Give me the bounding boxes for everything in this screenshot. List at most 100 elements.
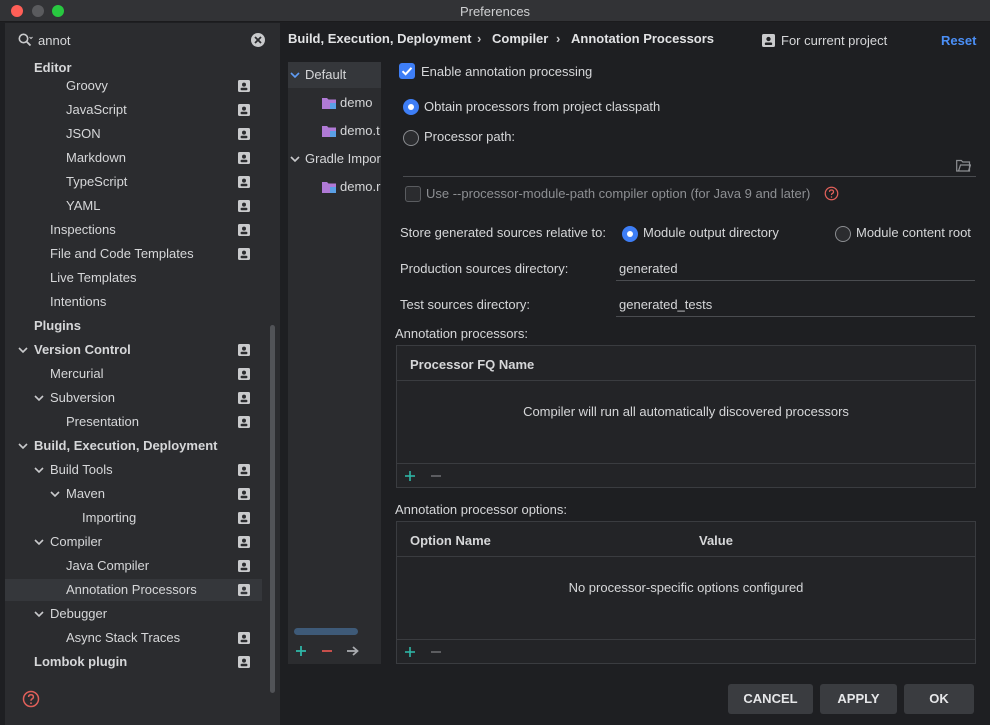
tree-item-version-control[interactable]: Version Control [5, 339, 262, 361]
clear-search-icon[interactable] [250, 32, 266, 48]
profile-item-gradle-imported[interactable]: Gradle Impor [288, 146, 381, 172]
project-level-icon [238, 632, 250, 644]
module-content-radio[interactable] [835, 226, 851, 242]
chevron-down-icon[interactable] [50, 490, 60, 498]
tree-item-yaml[interactable]: YAML [5, 195, 262, 217]
remove-icon[interactable] [430, 470, 442, 482]
remove-icon[interactable] [320, 644, 334, 658]
chevron-down-icon[interactable] [34, 394, 44, 402]
search-input[interactable] [38, 31, 248, 49]
tree-item-groovy[interactable]: Groovy [5, 75, 262, 97]
column-header-option-name[interactable]: Option Name [410, 533, 491, 548]
project-level-icon [238, 344, 250, 356]
tree-item-java-compiler[interactable]: Java Compiler [5, 555, 262, 577]
tree-item-annotation-processors[interactable]: Annotation Processors [5, 579, 262, 601]
tree-item-inspections[interactable]: Inspections [5, 219, 262, 241]
tree-item-label: Version Control [34, 342, 131, 357]
project-level-icon [238, 200, 250, 212]
tree-item-build-tools[interactable]: Build Tools [5, 459, 262, 481]
module-path-checkbox[interactable] [405, 186, 421, 202]
processor-path-label: Processor path: [424, 129, 516, 144]
tree-item-debugger[interactable]: Debugger [5, 603, 262, 625]
tree-item-json[interactable]: JSON [5, 123, 262, 145]
chevron-down-icon[interactable] [18, 442, 28, 450]
reset-link[interactable]: Reset [941, 33, 976, 48]
test-dir-input[interactable]: generated_tests [619, 297, 712, 312]
profile-item-demo-t[interactable]: demo.t [288, 118, 381, 144]
project-level-icon [238, 128, 250, 140]
processors-table-header: Processor FQ Name [397, 346, 975, 381]
checkmark-icon [401, 67, 413, 76]
tree-item-presentation[interactable]: Presentation [5, 411, 262, 433]
tree-item-label: Intentions [50, 294, 107, 309]
browse-folder-icon[interactable] [956, 159, 971, 172]
module-output-radio[interactable] [622, 226, 638, 242]
project-level-icon [238, 392, 250, 404]
profile-item-demo-r[interactable]: demo.r [288, 174, 381, 200]
tree-item-live-templates[interactable]: Live Templates [5, 267, 262, 289]
tree-item-importing[interactable]: Importing [5, 507, 262, 529]
tree-item-intentions[interactable]: Intentions [5, 291, 262, 313]
project-level-icon [238, 368, 250, 380]
store-generated-label: Store generated sources relative to: [400, 225, 606, 240]
tree-item-label: Compiler [50, 534, 103, 549]
help-icon[interactable] [824, 186, 839, 201]
profile-label: Gradle Impor [305, 151, 381, 166]
chevron-down-icon[interactable] [290, 71, 300, 79]
help-icon[interactable] [22, 690, 40, 708]
processor-path-field[interactable] [403, 176, 976, 177]
tree-item-javascript[interactable]: JavaScript [5, 99, 262, 121]
tree-item-mercurial[interactable]: Mercurial [5, 363, 262, 385]
breadcrumb-item: Compiler [492, 31, 549, 46]
tree-item-label: Build Tools [50, 462, 113, 477]
tree-item-typescript[interactable]: TypeScript [5, 171, 262, 193]
settings-sidebar: Editor Groovy JavaScript JSON Markdown T… [5, 23, 280, 725]
chevron-down-icon[interactable] [34, 538, 44, 546]
tree-item-plugins[interactable]: Plugins [5, 315, 262, 337]
add-icon[interactable] [294, 644, 308, 658]
add-icon[interactable] [404, 470, 416, 482]
project-level-icon [238, 512, 250, 524]
column-header-processor-name[interactable]: Processor FQ Name [410, 357, 534, 372]
tree-item-label: Inspections [50, 222, 116, 237]
title-bar: Preferences [0, 0, 990, 22]
tree-item-label: Maven [66, 486, 106, 501]
chevron-down-icon[interactable] [34, 466, 44, 474]
project-level-icon [238, 464, 250, 476]
chevron-down-icon[interactable] [18, 346, 28, 354]
breadcrumb-separator-icon: › [477, 31, 482, 46]
profile-item-default[interactable]: Default [288, 62, 381, 88]
remove-icon[interactable] [430, 646, 442, 658]
tree-item-label: Live Templates [50, 270, 137, 285]
chevron-down-icon[interactable] [34, 610, 44, 618]
profile-label: demo.r [340, 179, 381, 194]
tree-item-label: Java Compiler [66, 558, 150, 573]
tree-item-async-stack-traces[interactable]: Async Stack Traces [5, 627, 262, 649]
obtain-classpath-radio[interactable] [403, 99, 419, 115]
tree-item-compiler[interactable]: Compiler [5, 531, 262, 553]
enable-annotation-checkbox[interactable] [399, 63, 415, 79]
tree-item-build-execution-deployment[interactable]: Build, Execution, Deployment [5, 435, 262, 457]
column-header-value[interactable]: Value [699, 533, 733, 548]
project-level-icon [238, 248, 250, 260]
tree-item-lombok-plugin[interactable]: Lombok plugin [5, 651, 262, 673]
apply-button[interactable]: APPLY [820, 684, 897, 714]
sidebar-scrollbar[interactable] [270, 325, 275, 693]
processors-section-label: Annotation processors: [395, 326, 528, 341]
tree-item-markdown[interactable]: Markdown [5, 147, 262, 169]
tree-item-label: JSON [66, 126, 101, 141]
tree-item-file-and-code-templates[interactable]: File and Code Templates [5, 243, 262, 265]
production-dir-input[interactable]: generated [619, 261, 678, 276]
ok-button[interactable]: OK [904, 684, 974, 714]
profile-item-demo[interactable]: demo [288, 90, 381, 116]
chevron-down-icon[interactable] [290, 155, 300, 163]
add-icon[interactable] [404, 646, 416, 658]
processor-path-radio[interactable] [403, 130, 419, 146]
module-output-label: Module output directory [643, 225, 779, 240]
cancel-button[interactable]: CANCEL [728, 684, 813, 714]
tree-item-maven[interactable]: Maven [5, 483, 262, 505]
move-to-icon[interactable] [346, 644, 360, 658]
tree-item-subversion[interactable]: Subversion [5, 387, 262, 409]
profiles-scrollbar[interactable] [294, 628, 358, 635]
project-level-icon [238, 656, 250, 668]
